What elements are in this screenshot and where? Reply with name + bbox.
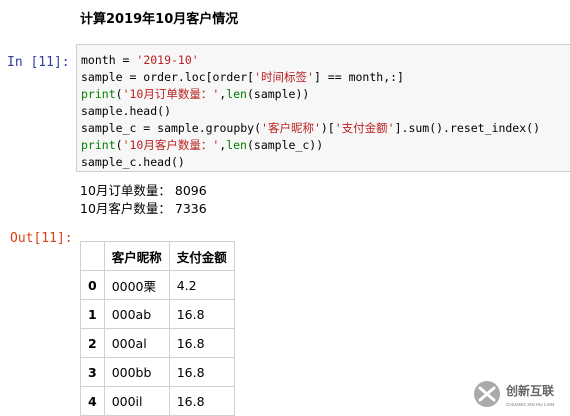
row-index: 4 [80, 386, 105, 416]
table-row: 0 0000栗 4.2 [80, 270, 235, 300]
code-token: print [81, 87, 116, 101]
row-index: 1 [80, 299, 105, 329]
code-token: month = [81, 53, 137, 67]
code-line: sample_c = sample.groupby('客户昵称')['支付金额'… [81, 120, 540, 137]
table-cell: 000il [103, 386, 170, 416]
table-row: 1 000ab 16.8 [80, 299, 235, 329]
table-cell: 0000栗 [103, 270, 170, 300]
code-token: '时间标签' [254, 70, 314, 84]
code-line: month = '2019-10' [81, 52, 540, 69]
watermark-brand: 创新互联 [505, 383, 554, 398]
code-token: '支付金额' [334, 121, 395, 135]
stdout-line: 10月客户数量： 7336 [80, 201, 207, 216]
watermark-sub: CHUANG XIN HU LIAN [506, 402, 554, 407]
table-cell: 16.8 [168, 299, 235, 329]
code-editor[interactable]: month = '2019-10' sample = order.loc[orde… [81, 52, 540, 171]
brand-logo-icon [474, 381, 500, 407]
table-row: 4 000il 16.8 [80, 386, 235, 416]
column-header: 支付金额 [168, 241, 235, 271]
table-cell: 4.2 [168, 270, 235, 300]
table-cell: 000al [103, 328, 170, 358]
code-token: len [226, 87, 247, 101]
code-token: '10月客户数量：' [122, 138, 220, 152]
code-token: print [81, 138, 116, 152]
code-token: ( [115, 138, 123, 152]
code-token: )[ [320, 121, 335, 135]
code-line: print('10月订单数量：',len(sample)) [81, 86, 540, 103]
code-token: sample.head() [81, 104, 172, 118]
row-index: 2 [80, 328, 105, 358]
row-index: 0 [80, 270, 105, 300]
dataframe-table: 客户昵称 支付金额 0 0000栗 4.2 1 000ab 16.8 2 000… [80, 241, 235, 416]
watermark-logo: 创新互联 CHUANG XIN HU LIAN [474, 381, 554, 407]
output-prompt: Out[11]: [10, 231, 73, 246]
code-token: ( [115, 87, 123, 101]
code-token: (sample_c)) [246, 138, 324, 152]
input-prompt: In [11]: [7, 55, 70, 70]
index-header [80, 241, 105, 271]
table-cell: 000ab [103, 299, 170, 329]
code-line: sample.head() [81, 103, 540, 120]
stdout-line: 10月订单数量： 8096 [80, 183, 207, 198]
code-token: ].sum().reset_index() [394, 121, 540, 135]
code-token: '10月订单数量：' [122, 87, 220, 101]
table-cell: 16.8 [168, 386, 235, 416]
code-token: '2019-10' [136, 53, 199, 67]
stdout-output: 10月订单数量： 8096 10月客户数量： 7336 [80, 182, 207, 218]
table-row: 2 000al 16.8 [80, 328, 235, 358]
code-token: (sample)) [246, 87, 310, 101]
table-cell: 16.8 [168, 357, 235, 387]
code-cell[interactable]: month = '2019-10' sample = order.loc[orde… [76, 44, 570, 172]
code-line: print('10月客户数量：',len(sample_c)) [81, 137, 540, 154]
cell-heading: 计算2019年10月客户情况 [80, 12, 239, 27]
code-token: sample = order.loc[order[ [81, 70, 255, 84]
table-row: 3 000bb 16.8 [80, 357, 235, 387]
code-token: sample_c.head() [81, 155, 185, 169]
table-cell: 000bb [103, 357, 170, 387]
code-line: sample_c.head() [81, 154, 540, 171]
code-line: sample = order.loc[order['时间标签'] == mont… [81, 69, 540, 86]
code-token: len [226, 138, 247, 152]
column-header: 客户昵称 [103, 241, 170, 271]
code-token: '客户昵称' [261, 121, 321, 135]
code-token: ] == month,:] [313, 70, 404, 84]
table-header-row: 客户昵称 支付金额 [80, 241, 235, 271]
table-cell: 16.8 [168, 328, 235, 358]
code-token: sample_c = sample.groupby( [81, 121, 262, 135]
row-index: 3 [80, 357, 105, 387]
